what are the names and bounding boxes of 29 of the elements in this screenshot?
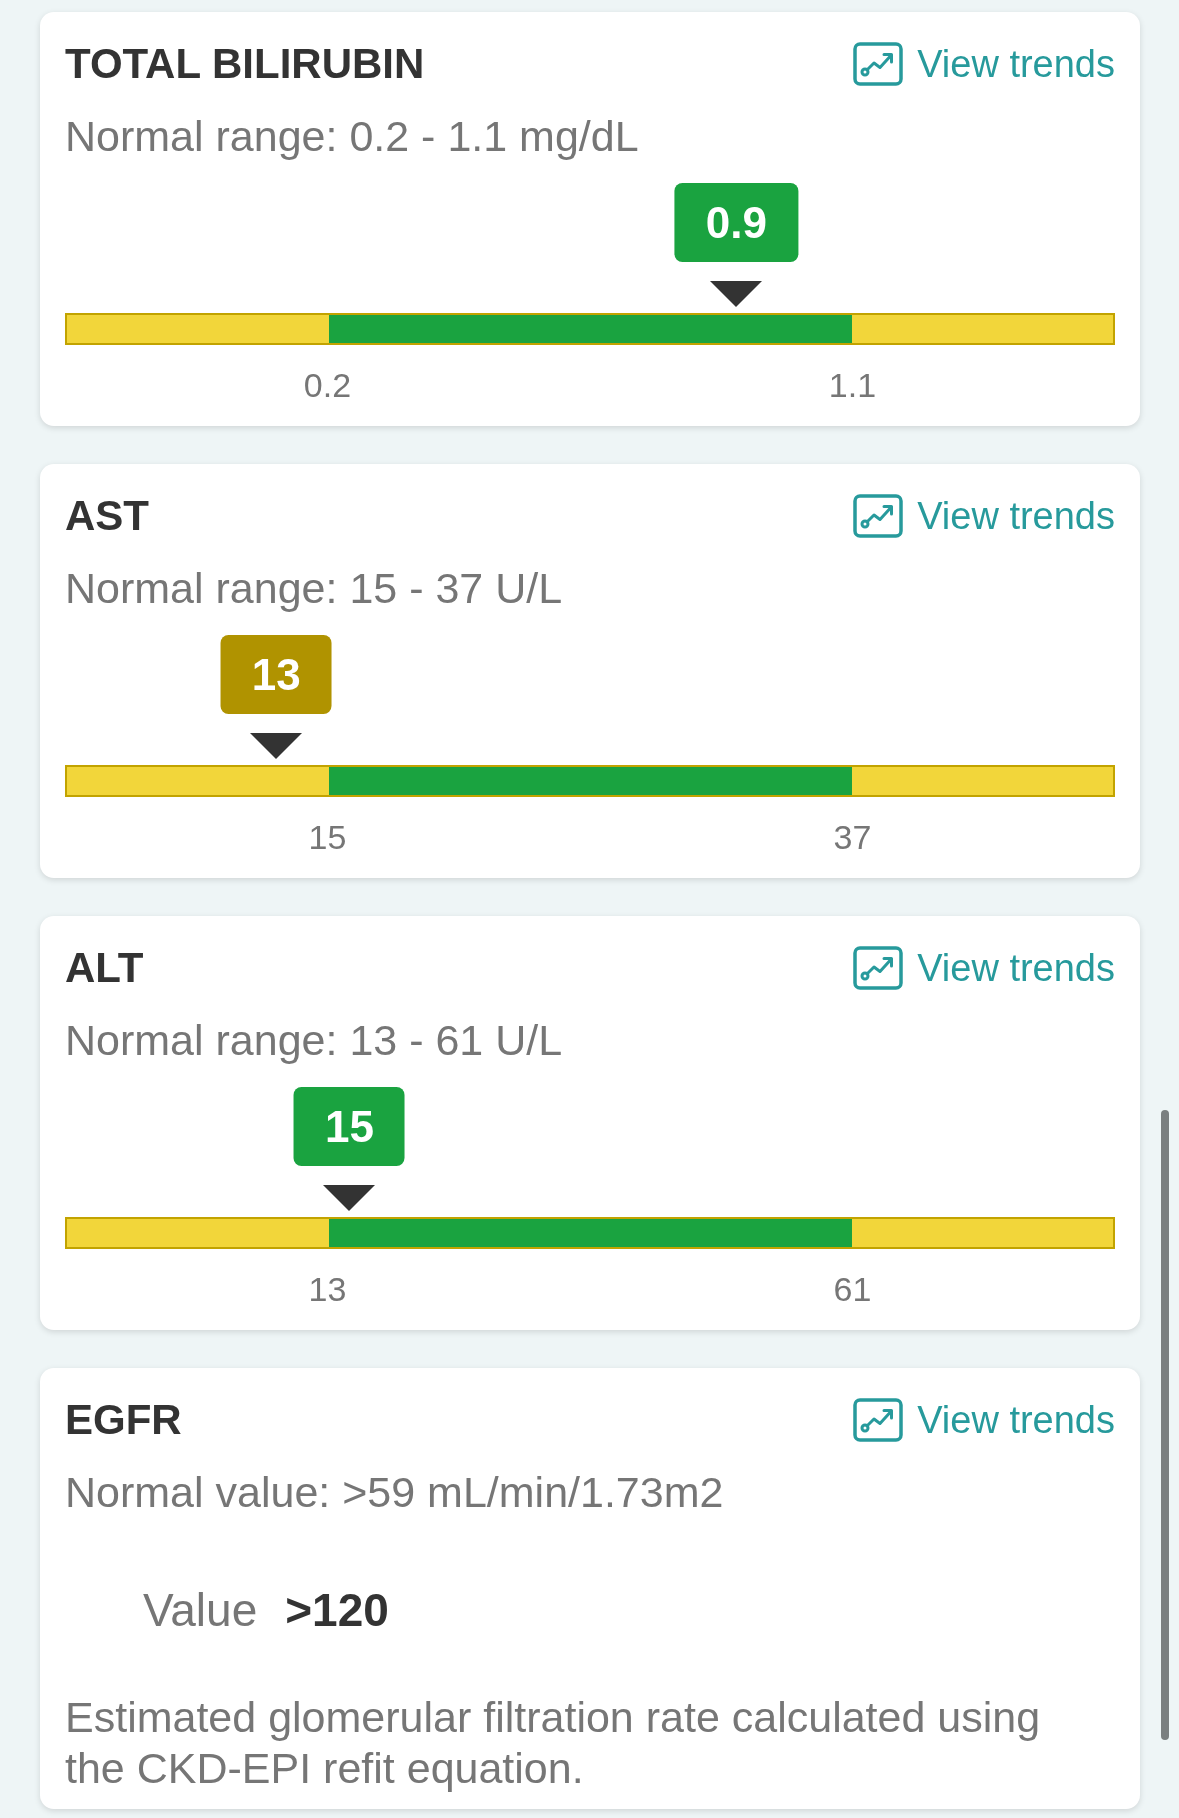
trend-chart-icon [853, 494, 904, 538]
range-limit-label: 1.1 [828, 365, 877, 405]
scrollbar-thumb[interactable] [1161, 1110, 1169, 1740]
value-label: Value [143, 1583, 258, 1637]
range-limit-label: 13 [308, 1269, 347, 1309]
test-title: AST [65, 491, 149, 541]
trend-chart-icon [853, 946, 904, 990]
trend-chart-icon [853, 42, 904, 86]
reference-range-text: Normal value: >59 mL/min/1.73m2 [65, 1468, 725, 1516]
reference-range-text: Normal range: 13 - 61 U/L [65, 1016, 564, 1064]
description-text: Estimated glomerular filtration rate calculated using the CKD-EPI refit equation. [65, 1692, 1042, 1794]
view-trends-link[interactable]: View trends [853, 40, 1115, 88]
range-limit-label: 15 [308, 817, 347, 857]
value-badge: 0.9 [674, 183, 798, 262]
range-limit-label: 0.2 [303, 365, 352, 405]
test-title: EGFR [65, 1395, 182, 1445]
view-trends-link[interactable]: View trends [853, 492, 1115, 540]
range-limit-label: 37 [833, 817, 872, 857]
trend-chart-icon [853, 1398, 904, 1442]
reference-range-text: Normal range: 0.2 - 1.1 mg/dL [65, 112, 640, 160]
view-trends-link[interactable]: View trends [853, 944, 1115, 992]
value-badge: 15 [293, 1087, 405, 1166]
range-limit-label: 61 [833, 1269, 872, 1309]
value-badge: 13 [220, 635, 332, 714]
test-title: ALT [65, 943, 144, 993]
test-title: TOTAL BILIRUBIN [65, 39, 425, 89]
view-trends-link[interactable]: View trends [853, 1396, 1115, 1444]
reference-range-text: Normal range: 15 - 37 U/L [65, 564, 564, 612]
result-value: >120 [285, 1583, 389, 1637]
